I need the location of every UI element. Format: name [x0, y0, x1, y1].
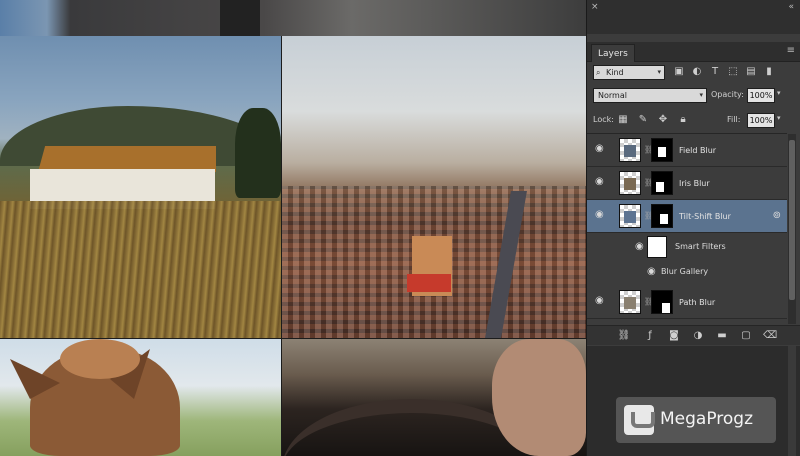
layer-thumbnail — [619, 138, 641, 162]
shape-filter-icon[interactable]: ⬚ — [727, 66, 739, 78]
opacity-input[interactable]: 100% — [747, 88, 775, 103]
adjustment-layer-icon[interactable]: ◑ — [691, 329, 705, 343]
barn-grass — [0, 201, 281, 338]
new-group-icon[interactable]: ▬ — [715, 329, 729, 343]
layer-name: Tilt-Shift Blur — [679, 212, 731, 221]
layer-row[interactable]: ◉ ⛓ Field Blur — [587, 134, 787, 167]
image-filter-icon[interactable]: ▣ — [673, 66, 685, 78]
photo-horse — [0, 339, 281, 456]
link-layers-icon[interactable]: ⛓ — [617, 329, 631, 343]
layer-thumbnail — [619, 290, 641, 314]
lock-transparent-icon[interactable]: ▦ — [617, 114, 629, 126]
fill-input[interactable]: 100% — [747, 113, 775, 128]
tab-layers[interactable]: Layers — [591, 44, 635, 62]
lock-position-icon[interactable]: ✥ — [657, 114, 669, 126]
visibility-eye-icon[interactable]: ◉ — [635, 242, 647, 252]
layer-thumbnail — [619, 171, 641, 195]
visibility-eye-icon[interactable]: ◉ — [595, 177, 607, 187]
add-mask-icon[interactable]: ◙ — [667, 329, 681, 343]
smart-object-filter-icon[interactable]: ▤ — [745, 66, 757, 78]
document-canvas[interactable] — [0, 0, 586, 456]
smart-filters-row[interactable]: ◉ Smart Filters — [587, 234, 787, 259]
blur-gallery-label: Blur Gallery — [661, 267, 709, 276]
right-scroll-strip — [788, 346, 796, 456]
panel-header-bar: × « — [587, 0, 800, 34]
scrollbar-thumb[interactable] — [789, 140, 795, 300]
layer-filter-row: ⌕ Kind ▾ ▣ ◐ T ⬚ ▤ ▮ — [587, 64, 800, 84]
search-icon: ⌕ — [596, 68, 601, 77]
lock-label: Lock: — [593, 115, 614, 124]
smart-filter-mask-thumbnail[interactable] — [647, 236, 667, 258]
filter-kind-select[interactable]: ⌕ Kind ▾ — [593, 65, 665, 80]
layer-mask-thumbnail[interactable] — [651, 290, 673, 314]
layer-mask-thumbnail[interactable] — [651, 138, 673, 162]
blur-gallery-row[interactable]: ◉ Blur Gallery — [587, 259, 787, 284]
watermark-text: MegaProgz — [660, 409, 754, 429]
photo-tilt-shift-city — [282, 36, 586, 338]
filter-kind-label: Kind — [606, 68, 624, 77]
fx-icon[interactable]: ƒ — [643, 329, 657, 343]
layers-list: ◉ ⛓ Field Blur ◉ ⛓ Iris Blur ◉ ⛓ Tilt-Sh… — [587, 133, 787, 323]
collage-divider-horizontal — [0, 338, 586, 339]
layer-name: Iris Blur — [679, 179, 710, 188]
lock-all-icon[interactable]: 🔒︎ — [677, 114, 689, 126]
layer-mask-thumbnail[interactable] — [651, 204, 673, 228]
layer-mask-thumbnail[interactable] — [651, 171, 673, 195]
panel-tab-bar: Layers ≡ — [587, 42, 800, 62]
watermark-badge: MegaProgz — [616, 397, 776, 443]
photo-barn-field — [0, 36, 281, 338]
layers-scrollbar[interactable] — [788, 134, 796, 324]
blend-mode-select[interactable]: Normal ▾ — [593, 88, 707, 103]
adjustment-filter-icon[interactable]: ◐ — [691, 66, 703, 78]
visibility-eye-icon[interactable]: ◉ — [595, 210, 607, 220]
city-red-building — [407, 274, 451, 292]
lock-pixels-icon[interactable]: ✎ — [637, 114, 649, 126]
layer-row[interactable]: ◉ ⛓ Iris Blur — [587, 167, 787, 200]
panel-collapse-icon[interactable]: « — [788, 2, 794, 12]
horse-mane — [60, 339, 140, 379]
watermark-logo-icon — [624, 405, 655, 435]
chevron-down-icon: ▾ — [657, 68, 661, 76]
type-filter-icon[interactable]: T — [709, 66, 721, 78]
roof-beam — [220, 0, 260, 36]
visibility-eye-icon[interactable]: ◉ — [595, 296, 607, 306]
layers-panel: × « Layers ≡ ⌕ Kind ▾ ▣ ◐ T ⬚ ▤ ▮ Normal… — [586, 0, 800, 456]
filter-toggle-icon[interactable]: ▮ — [763, 66, 775, 78]
photo-pottery — [282, 339, 586, 456]
visibility-eye-icon[interactable]: ◉ — [647, 267, 659, 277]
barn-tree — [235, 108, 281, 198]
new-layer-icon[interactable]: ▢ — [739, 329, 753, 343]
layer-thumbnail — [619, 204, 641, 228]
panel-menu-icon[interactable]: ≡ — [787, 45, 795, 57]
layer-name: Path Blur — [679, 298, 716, 307]
chevron-down-icon: ▾ — [699, 91, 703, 99]
blend-row: Normal ▾ Opacity: 100% ▾ — [587, 87, 800, 107]
fill-label: Fill: — [727, 115, 741, 124]
layer-name: Field Blur — [679, 146, 717, 155]
photo-top-strip — [0, 0, 586, 36]
trash-icon[interactable]: ⌫ — [763, 329, 777, 343]
opacity-label: Opacity: — [711, 90, 744, 99]
panel-footer: ⛓ ƒ ◙ ◑ ▬ ▢ ⌫ — [587, 325, 800, 345]
blend-mode-value: Normal — [598, 91, 627, 100]
collage-divider-vertical — [281, 36, 282, 456]
smart-object-icon: ⊚ — [772, 210, 781, 221]
opacity-dropdown-icon[interactable]: ▾ — [777, 89, 781, 97]
layer-row[interactable]: ◉ ⛓ Path Blur — [587, 286, 787, 319]
smart-filters-label: Smart Filters — [675, 242, 726, 251]
visibility-eye-icon[interactable]: ◉ — [595, 144, 607, 154]
pot-hand — [492, 339, 586, 456]
fill-dropdown-icon[interactable]: ▾ — [777, 114, 781, 122]
panel-close-icon[interactable]: × — [591, 2, 599, 12]
layer-row-selected[interactable]: ◉ ⛓ Tilt-Shift Blur ⊚ — [587, 200, 787, 233]
lock-row: Lock: ▦ ✎ ✥ 🔒︎ Fill: 100% ▾ — [587, 112, 800, 130]
